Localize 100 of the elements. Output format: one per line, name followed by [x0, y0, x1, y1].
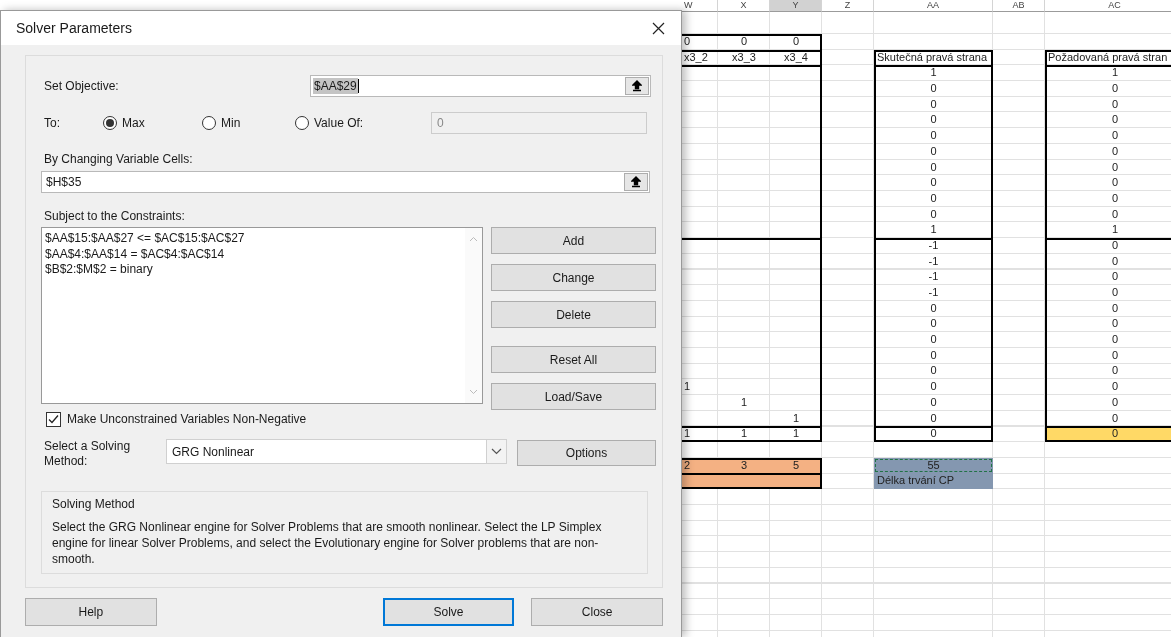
table-cell: 0 — [874, 112, 993, 129]
table-cell: 1 — [1045, 222, 1171, 238]
table-cell: 0 — [1045, 206, 1171, 223]
table-cell: 55 — [874, 457, 993, 474]
column-header[interactable]: Y — [770, 0, 822, 12]
table-cell: 0 — [874, 332, 993, 348]
objective-label: Set Objective: — [43, 78, 120, 93]
table-cell: 0 — [1045, 190, 1171, 207]
table-cell-text: 1 — [739, 394, 749, 410]
table-cell: 0 — [874, 300, 993, 317]
table-cell: 0 — [718, 34, 770, 50]
table-cell: 0 — [874, 175, 993, 191]
table-cell: x3_2 — [682, 49, 718, 66]
objective-field[interactable]: $AA$29 — [310, 74, 651, 97]
constraints-label: Subject to the Constraints: — [43, 209, 186, 223]
radio-option[interactable]: Min — [202, 116, 295, 130]
table-cell: 0 — [874, 143, 993, 160]
table-cell: 0 — [1045, 81, 1171, 97]
table-cell: 0 — [874, 81, 993, 97]
constraint-item[interactable]: $B$2:$M$2 = binary — [45, 262, 462, 278]
table-cell: x3_3 — [718, 49, 770, 66]
constraint-button[interactable]: Change — [491, 264, 656, 291]
table-cell: -1 — [874, 269, 993, 285]
table-cell: -1 — [874, 237, 993, 254]
table-cell: 0 — [874, 363, 993, 380]
table-cell: 0 — [874, 394, 993, 411]
constraint-button[interactable]: Delete — [491, 301, 656, 328]
table-cell: 0 — [874, 206, 993, 223]
table-cell: 2 — [682, 457, 718, 474]
constraint-button[interactable]: Add — [491, 227, 656, 254]
table-cell: 1 — [1045, 65, 1171, 82]
dialog-button[interactable]: Solve — [382, 598, 515, 626]
description-text: Select the GRG Nonlinear engine for Solver Problems that are smooth nonlinear. Select the LP Simplex engine for linear Solver Problems, and select the Evolutionary engine for Solver problems that are non-smooth. — [52, 519, 603, 567]
table-cell: 0 — [874, 316, 993, 333]
constraint-button[interactable]: Load/Save — [491, 383, 656, 410]
table-cell: 0 — [874, 410, 993, 427]
table-cell: 0 — [1045, 394, 1171, 411]
table-cell: 0 — [770, 34, 822, 50]
constraint-item[interactable]: $AA$15:$AA$27 <= $AC$15:$AC$27 — [45, 231, 462, 247]
table-cell: Skutečná pravá strana — [874, 49, 993, 66]
table-cell: 0 — [1045, 410, 1171, 427]
table-cell: 1 — [874, 65, 993, 82]
table-cell: 0 — [1045, 159, 1171, 176]
solving-method-dropdown[interactable]: GRG Nonlinear — [166, 439, 507, 464]
table-cell: 1 — [770, 410, 822, 427]
arrow-up-icon — [631, 176, 641, 188]
table-cell: Požadovaná pravá stran — [1045, 49, 1171, 66]
table-cell: 0 — [682, 34, 718, 50]
changing-cells-label: By Changing Variable Cells: — [43, 152, 194, 166]
table-cell: 1 — [770, 426, 822, 442]
table-cell: 0 — [1045, 128, 1171, 144]
chevron-down-icon — [491, 448, 502, 455]
table-cell: 0 — [874, 426, 993, 442]
changing-cells-field[interactable]: $H$35 — [41, 171, 650, 193]
table-cell: 0 — [874, 379, 993, 395]
table-cell: 5 — [770, 457, 822, 474]
non-negative-checkbox[interactable]: Make Unconstrained Variables Non-Negative — [41, 410, 656, 428]
constraint-button[interactable]: Reset All — [491, 346, 656, 373]
window-title: Solver Parameters — [16, 20, 132, 36]
table-cell-text: 1 — [683, 379, 692, 395]
table-cell: 0 — [1045, 237, 1171, 254]
table-cell: 0 — [1045, 175, 1171, 191]
description-title: Solving Method — [52, 497, 136, 511]
table-cell: 0 — [1045, 285, 1171, 301]
dialog-button[interactable]: Close — [531, 598, 663, 626]
solving-method-label: Select a Solving Method: — [43, 439, 132, 469]
table-cell: 1 — [874, 222, 993, 238]
range-select-button[interactable] — [624, 173, 648, 191]
radio-option[interactable]: Max — [103, 116, 202, 130]
table-cell: 0 — [874, 128, 993, 144]
table-cell: -1 — [874, 285, 993, 301]
table-cell: x3_4 — [770, 49, 822, 66]
table-cell: 0 — [1045, 96, 1171, 113]
arrow-up-icon — [632, 79, 642, 92]
radio-option[interactable]: Value Of: — [295, 116, 431, 130]
table-cell: 3 — [718, 457, 770, 474]
table-cell: 0 — [1045, 143, 1171, 160]
table-cell: 0 — [1045, 426, 1171, 442]
table-cell: 1 — [718, 426, 770, 442]
constraint-item[interactable]: $AA$4:$AA$14 = $AC$4:$AC$14 — [45, 246, 462, 262]
table-cell: 0 — [874, 159, 993, 176]
table-cell: 0 — [1045, 112, 1171, 129]
table-cell: 0 — [1045, 347, 1171, 364]
table-cell: 0 — [1045, 316, 1171, 333]
range-select-button[interactable] — [625, 76, 649, 95]
table-cell: Délka trvání CP — [874, 473, 993, 489]
dialog-button[interactable]: Help — [25, 598, 157, 626]
checkmark-icon — [47, 412, 60, 426]
table-cell: 0 — [1045, 269, 1171, 285]
table-cell: 0 — [874, 96, 993, 113]
options-button[interactable]: Options — [517, 440, 656, 466]
table-cell: 0 — [1045, 300, 1171, 317]
table-cell: 0 — [1045, 363, 1171, 380]
table-cell: 0 — [1045, 379, 1171, 395]
table-cell: 0 — [874, 347, 993, 364]
to-label: To: — [43, 116, 61, 130]
close-icon — [652, 21, 665, 35]
table-cell: 0 — [1045, 253, 1171, 270]
table-cell: 0 — [874, 190, 993, 207]
table-cell: 0 — [1045, 332, 1171, 348]
